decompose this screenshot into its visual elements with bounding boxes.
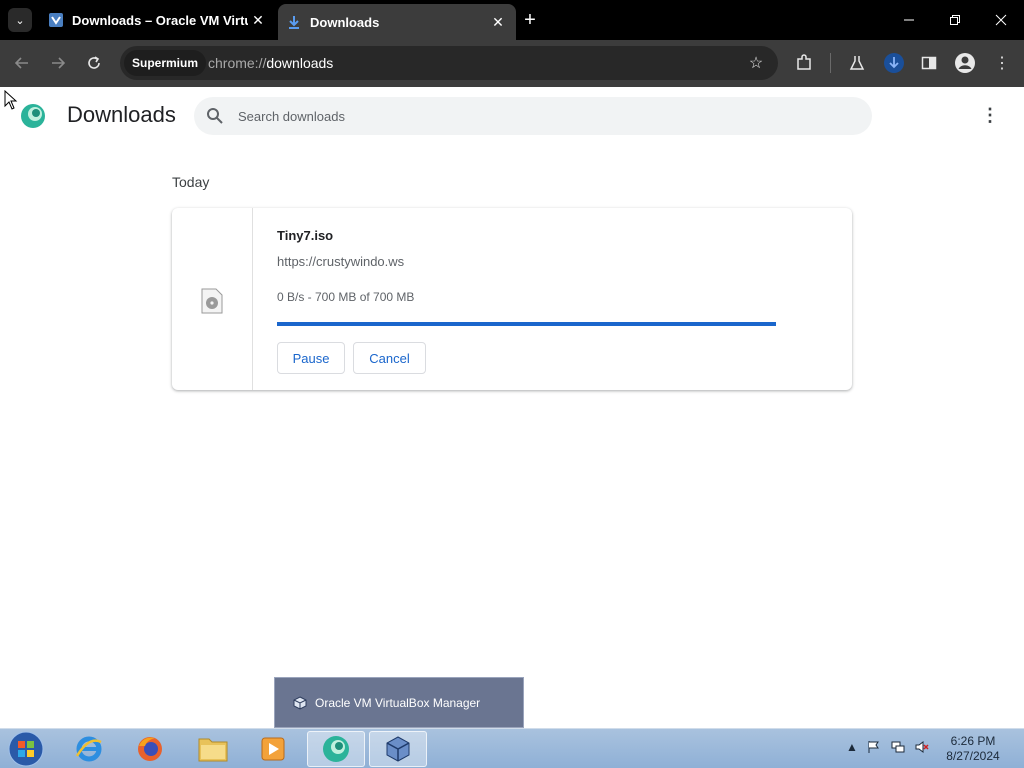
browser-toolbar: Supermium chrome://downloads ☆ ⋮ bbox=[0, 40, 1024, 87]
taskbar-clock[interactable]: 6:26 PM 8/27/2024 bbox=[936, 734, 1010, 764]
taskbar-internet-explorer[interactable] bbox=[60, 731, 118, 767]
browser-chip[interactable]: Supermium bbox=[124, 50, 207, 76]
taskbar-file-explorer[interactable] bbox=[184, 731, 242, 767]
search-downloads-box[interactable] bbox=[194, 97, 872, 135]
downloads-toolbar-button[interactable] bbox=[880, 49, 908, 77]
download-item-card: Tiny7.iso https://crustywindo.ws 0 B/s -… bbox=[172, 208, 852, 390]
download-filename[interactable]: Tiny7.iso bbox=[277, 228, 333, 243]
volume-muted-icon bbox=[915, 741, 929, 753]
tab-search-chevron-icon[interactable]: ⌄ bbox=[8, 8, 32, 32]
downloads-header: Downloads ⋮ bbox=[0, 87, 1024, 145]
arrow-left-icon bbox=[14, 57, 28, 69]
cancel-button[interactable]: Cancel bbox=[353, 342, 426, 374]
virtualbox-cube-icon bbox=[293, 696, 307, 710]
minimize-button[interactable] bbox=[886, 0, 932, 40]
taskbar-thumbnail-popup[interactable]: Oracle VM VirtualBox Manager bbox=[274, 677, 524, 728]
avatar-icon bbox=[955, 53, 975, 73]
extensions-button[interactable] bbox=[790, 49, 818, 77]
restore-button[interactable] bbox=[932, 0, 978, 40]
close-icon bbox=[995, 14, 1007, 26]
taskbar-virtualbox[interactable] bbox=[369, 731, 427, 767]
close-window-button[interactable] bbox=[978, 0, 1024, 40]
close-tab-icon[interactable]: ✕ bbox=[248, 10, 268, 30]
tab-downloads[interactable]: Downloads ✕ bbox=[278, 4, 516, 40]
download-icon bbox=[289, 16, 299, 29]
new-tab-button[interactable]: + bbox=[518, 8, 542, 32]
tab-title: Downloads bbox=[310, 14, 380, 30]
reload-icon bbox=[88, 56, 100, 69]
url-path: downloads bbox=[266, 55, 334, 71]
url-text[interactable]: chrome://downloads bbox=[208, 46, 333, 80]
download-status: 0 B/s - 700 MB of 700 MB bbox=[277, 290, 415, 304]
close-tab-icon[interactable]: ✕ bbox=[488, 12, 508, 32]
taskbar-supermium[interactable] bbox=[307, 731, 365, 767]
internet-explorer-icon bbox=[75, 736, 102, 762]
kebab-menu-icon: ⋮ bbox=[994, 55, 1010, 72]
search-icon bbox=[207, 108, 223, 124]
pause-button[interactable]: Pause bbox=[277, 342, 345, 374]
tab-title: Downloads – Oracle VM VirtualBox bbox=[72, 12, 248, 28]
clock-date: 8/27/2024 bbox=[946, 749, 1000, 763]
reload-button[interactable] bbox=[80, 49, 108, 77]
windows-taskbar: ▲ 6:26 PM 8/27/2024 bbox=[0, 728, 1024, 768]
address-bar[interactable]: Supermium chrome://downloads ☆ bbox=[120, 46, 778, 80]
downloads-menu-button[interactable]: ⋮ bbox=[978, 103, 1002, 127]
download-circle-icon bbox=[884, 53, 904, 73]
minimize-icon bbox=[904, 19, 914, 21]
labs-button[interactable] bbox=[843, 49, 871, 77]
side-panel-icon bbox=[921, 56, 937, 70]
taskbar-media-player[interactable] bbox=[244, 731, 302, 767]
flask-icon bbox=[849, 56, 865, 70]
tab-strip: ⌄ Downloads – Oracle VM VirtualBox ✕ Dow… bbox=[0, 0, 1024, 40]
back-button[interactable] bbox=[8, 49, 36, 77]
browser-menu-button[interactable]: ⋮ bbox=[988, 49, 1016, 77]
virtualbox-icon bbox=[386, 736, 410, 762]
clock-time: 6:26 PM bbox=[950, 734, 996, 748]
restore-icon bbox=[950, 15, 960, 25]
network-icon bbox=[891, 741, 905, 753]
popup-window-title: Oracle VM VirtualBox Manager bbox=[315, 696, 481, 710]
network-tray-icon[interactable] bbox=[890, 739, 906, 755]
download-source-url[interactable]: https://crustywindo.ws bbox=[277, 254, 404, 269]
supermium-icon bbox=[323, 736, 349, 762]
supermium-logo-icon bbox=[21, 104, 45, 128]
action-center-flag-icon[interactable] bbox=[866, 739, 882, 755]
puzzle-icon bbox=[797, 54, 811, 70]
taskbar-firefox[interactable] bbox=[121, 731, 179, 767]
start-button[interactable] bbox=[6, 730, 46, 768]
page-title: Downloads bbox=[67, 102, 176, 127]
download-progress-fill bbox=[277, 322, 776, 326]
url-scheme: chrome:// bbox=[208, 55, 267, 71]
side-panel-button[interactable] bbox=[915, 49, 943, 77]
virtualbox-icon bbox=[49, 13, 63, 27]
bookmark-star-icon[interactable]: ☆ bbox=[744, 51, 768, 75]
search-input[interactable] bbox=[238, 97, 838, 135]
volume-tray-icon[interactable] bbox=[914, 739, 930, 755]
kebab-menu-icon: ⋮ bbox=[981, 104, 999, 125]
toolbar-divider bbox=[830, 53, 831, 73]
arrow-right-icon bbox=[52, 57, 66, 69]
media-player-icon bbox=[261, 737, 285, 761]
file-icon-column bbox=[172, 208, 253, 390]
show-hidden-icons-button[interactable]: ▲ bbox=[844, 739, 860, 755]
tab-virtualbox-downloads[interactable]: Downloads – Oracle VM VirtualBox ✕ bbox=[40, 4, 276, 36]
disc-file-icon bbox=[201, 288, 223, 314]
profile-button[interactable] bbox=[951, 49, 979, 77]
flag-icon bbox=[868, 741, 879, 753]
download-progress-bar bbox=[277, 322, 776, 326]
folder-icon bbox=[198, 738, 228, 762]
firefox-icon bbox=[138, 737, 162, 761]
mouse-pointer-icon bbox=[4, 90, 18, 110]
forward-button[interactable] bbox=[44, 49, 72, 77]
date-section-heading: Today bbox=[172, 174, 210, 190]
